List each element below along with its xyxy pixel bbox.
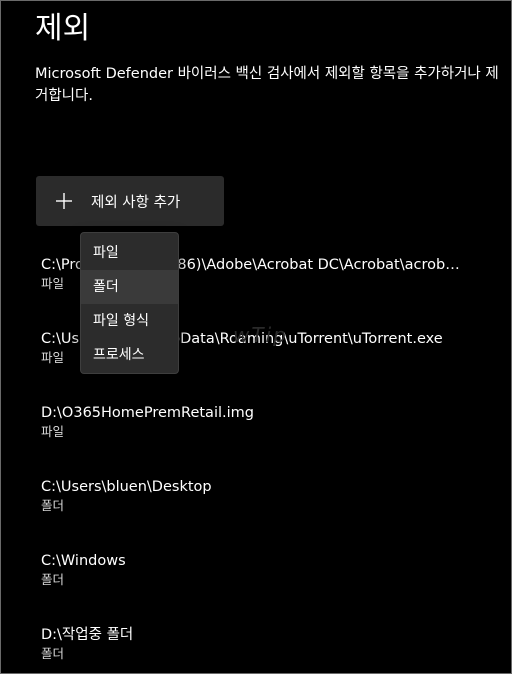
- exclusion-kind: 폴더: [41, 572, 65, 587]
- page-title: 제외: [35, 11, 91, 46]
- exclusion-kind: 파일: [41, 424, 65, 439]
- menu-item-process[interactable]: 프로세스: [81, 338, 178, 372]
- menu-item-file-type[interactable]: 파일 형식: [81, 304, 178, 338]
- add-exclusion-label: 제외 사항 추가: [91, 194, 181, 211]
- exclusion-item[interactable]: C:\Windows 폴더: [41, 551, 501, 597]
- add-exclusion-button[interactable]: 제외 사항 추가: [36, 176, 224, 226]
- exclusion-item[interactable]: C:\Users\bluen\Desktop 폴더: [41, 477, 501, 523]
- exclusion-path: C:\Windows: [41, 553, 126, 569]
- exclusion-path: D:\작업중 폴더: [41, 627, 134, 643]
- exclusion-kind: 폴더: [41, 646, 65, 661]
- exclusion-type-menu: 파일 폴더 파일 형식 프로세스: [80, 232, 179, 374]
- plus-icon: [56, 193, 72, 209]
- menu-item-file[interactable]: 파일: [81, 236, 178, 270]
- exclusion-path: D:\O365HomePremRetail.img: [41, 405, 254, 421]
- menu-item-folder[interactable]: 폴더: [81, 270, 178, 304]
- exclusion-item[interactable]: D:\작업중 폴더 폴더: [41, 625, 501, 671]
- exclusion-item[interactable]: D:\O365HomePremRetail.img 파일: [41, 403, 501, 449]
- exclusions-page: 제외 Microsoft Defender 바이러스 백신 검사에서 제외할 항…: [0, 0, 512, 674]
- exclusion-path: C:\Users\bluen\Desktop: [41, 479, 212, 495]
- page-description: Microsoft Defender 바이러스 백신 검사에서 제외할 항목을 …: [35, 66, 499, 104]
- exclusion-kind: 폴더: [41, 498, 65, 513]
